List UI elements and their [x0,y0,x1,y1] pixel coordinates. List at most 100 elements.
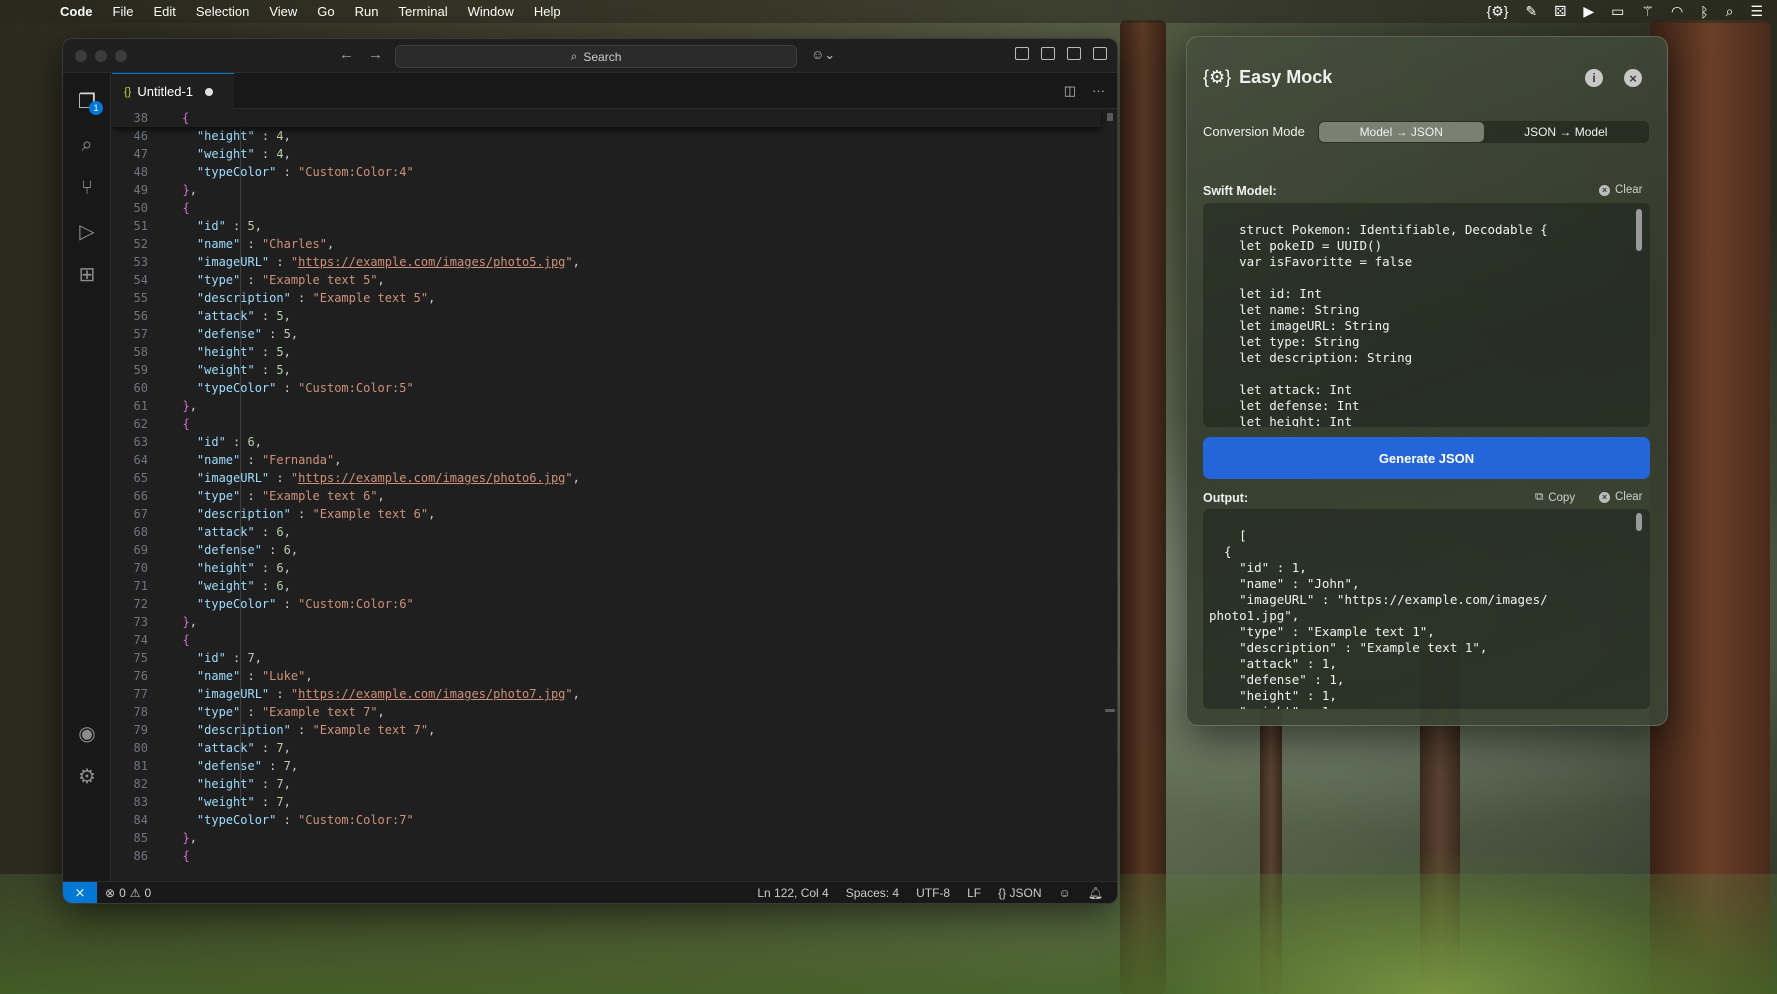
menu-selection[interactable]: Selection [186,4,259,19]
menu-window[interactable]: Window [458,4,524,19]
remote-indicator-icon[interactable]: ⨯ [63,881,97,903]
source-control-icon[interactable]: ⑂ [63,168,111,208]
url-link[interactable]: https://example.com/images/photo5.jpg [298,255,565,269]
clear-x-icon: × [1599,184,1610,196]
copilot-menu-icon[interactable]: ☺⌄ [811,47,835,63]
code-line: 61 }, [112,397,197,415]
vpn-icon[interactable]: ⚚ [1641,3,1654,20]
forward-arrow-icon[interactable]: → [368,46,383,63]
line-number: 49 [133,183,148,197]
unsaved-dot-icon[interactable] [205,87,213,96]
manage-gear-icon[interactable]: ⚙ [63,756,111,796]
extensions-icon[interactable]: ⊞ [63,254,111,294]
encoding[interactable]: UTF-8 [916,886,950,900]
sticky-scroll-header[interactable]: 38 { [112,109,1101,127]
close-icon[interactable]: × [1624,69,1642,87]
url-link[interactable]: https://example.com/images/photo6.jpg [298,471,565,485]
code-token: , [377,705,385,719]
run-debug-icon[interactable]: ▷ [63,211,111,251]
code-token: " [290,471,299,485]
wifi-icon[interactable]: ◠ [1671,3,1683,20]
explorer-icon[interactable]: ❐ 1 [63,81,111,121]
line-code: }, [168,181,196,199]
code-token: "name" [196,669,241,683]
code-token: : [240,669,262,683]
swift-model-editor[interactable]: struct Pokemon: Identifiable, Decodable … [1203,203,1650,427]
code-token: "name" [196,453,241,467]
toggle-primary-sidebar-icon[interactable] [1041,47,1055,60]
code-line: 63 "id" : 6, [112,433,262,451]
tab-untitled-1[interactable]: {} Untitled-1 [112,73,234,109]
mode-json-to-model[interactable]: JSON → Model [1484,122,1649,142]
menu-view[interactable]: View [259,4,307,19]
zoom-window-button[interactable] [115,49,127,62]
gamepad-icon[interactable]: ⚄ [1554,3,1566,20]
clear-output-button[interactable]: × Clear [1599,491,1642,503]
accounts-icon[interactable]: ◉ [63,713,111,753]
menu-terminal[interactable]: Terminal [389,4,458,19]
problems-indicator[interactable]: ⊗ 0 ⚠ 0 [105,886,151,900]
back-arrow-icon[interactable]: ← [339,46,354,63]
copilot-status-icon[interactable]: ☺ [1059,886,1071,900]
code-line: 82 "height" : 7, [112,775,291,793]
menu-file[interactable]: File [103,4,144,19]
line-number: 68 [133,525,148,539]
menu-run[interactable]: Run [345,4,389,19]
line-code: "attack" : 5, [168,307,291,325]
menu-go[interactable]: Go [307,4,344,19]
line-code: }, [168,397,196,415]
feather-icon[interactable]: ✎ [1525,3,1537,20]
command-center-search[interactable]: ⌕ Search [395,45,797,68]
notifications-bell-icon[interactable]: 🔔︎ [1088,886,1103,900]
customize-layout-icon[interactable] [1015,47,1029,60]
menu-help[interactable]: Help [524,4,571,19]
toggle-panel-icon[interactable] [1067,47,1081,60]
battery-icon[interactable]: ▭ [1611,3,1624,20]
explorer-badge: 1 [89,101,103,115]
code-token: " [565,687,573,701]
easy-mock-tray-icon[interactable]: {⚙} [1487,3,1509,20]
code-token: 5 [276,363,284,377]
line-number: 53 [133,255,148,269]
more-actions-icon[interactable]: ··· [1092,83,1105,99]
code-editor[interactable]: 38 { 46 "height" : 4, 47 "weight" : 4, 48 … [112,109,1117,881]
output-scrollbar[interactable] [1636,513,1642,531]
code-token: : [225,435,248,449]
end-of-line[interactable]: LF [967,886,981,900]
swift-scrollbar[interactable] [1636,209,1642,251]
output-viewer[interactable]: [ { "id" : 1, "name" : "John", "imageURL… [1203,509,1650,709]
play-icon[interactable]: ▶ [1583,3,1594,20]
line-number: 77 [133,687,148,701]
code-token: 4 [276,147,284,161]
line-number: 67 [133,507,148,521]
line-code: "typeColor" : "Custom:Color:6" [168,595,414,613]
generate-json-button[interactable]: Generate JSON [1203,437,1650,479]
code-token: "type" [196,489,241,503]
bluetooth-icon[interactable]: ᛒ [1700,4,1708,20]
code-token: , [283,525,291,539]
control-center-icon[interactable]: ☰ [1750,3,1763,20]
code-line: 55 "description" : "Example text 5", [112,289,436,307]
toggle-secondary-sidebar-icon[interactable] [1093,47,1107,60]
clear-swift-button[interactable]: × Clear [1599,184,1642,196]
scrollbar-thumb[interactable] [1107,113,1113,121]
close-window-button[interactable] [75,49,87,62]
search-view-icon[interactable]: ⌕ [63,125,111,165]
code-token: { [182,201,190,215]
code-token: , [572,255,580,269]
spotlight-search-icon[interactable]: ⌕ [1726,3,1734,20]
minimize-window-button[interactable] [95,49,107,62]
language-mode[interactable]: {} JSON [998,886,1041,900]
cursor-position[interactable]: Ln 122, Col 4 [757,886,828,900]
menu-app-name[interactable]: Code [50,4,103,19]
copy-label: Copy [1548,491,1576,504]
info-icon[interactable]: i [1585,69,1603,87]
split-editor-icon[interactable]: ◫ [1064,83,1076,99]
menu-edit[interactable]: Edit [143,4,185,19]
mode-model-to-json[interactable]: Model → JSON [1319,122,1484,142]
url-link[interactable]: https://example.com/images/photo7.jpg [298,687,565,701]
copy-output-button[interactable]: ⧉ Copy [1535,491,1575,504]
indentation[interactable]: Spaces: 4 [846,886,899,900]
